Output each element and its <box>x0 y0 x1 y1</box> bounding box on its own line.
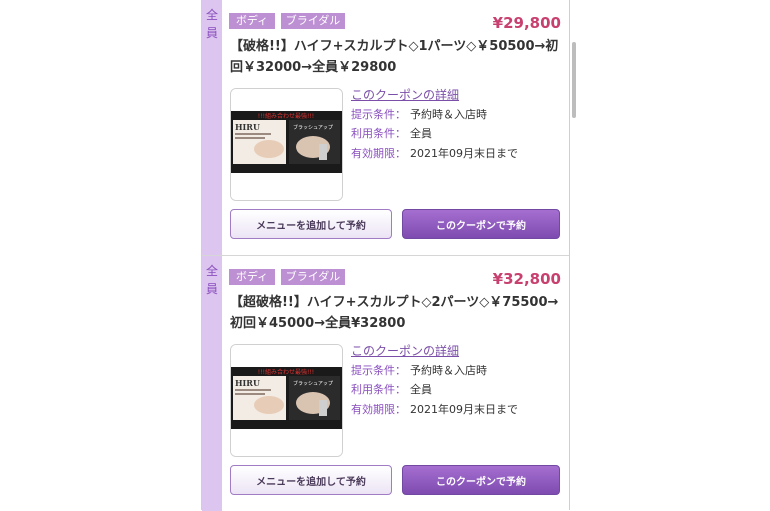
tag-body: ボディ <box>229 269 275 285</box>
condition-presentation: 提示条件： 予約時＆入店時 <box>351 108 487 121</box>
condition-usage: 利用条件： 全員 <box>351 383 432 396</box>
coupon-detail-link[interactable]: このクーポンの詳細 <box>351 87 459 103</box>
coupon-card: 全 員 ボディ ブライダル ¥32,800 【超破格!!】ハイフ+スカルプト◇2… <box>202 256 569 511</box>
coupon-card: 全 員 ボディ ブライダル ¥29,800 【破格!!】ハイフ+スカルプト◇1パ… <box>202 0 569 255</box>
image-caption: ブラッシュアップ <box>293 380 333 387</box>
reserve-coupon-button[interactable]: このクーポンで予約 <box>402 465 560 495</box>
image-brand: HIRU <box>235 378 260 388</box>
condition-expiry: 有効期限： 2021年09月末日まで <box>351 403 518 416</box>
coupon-list: 全 員 ボディ ブライダル ¥29,800 【破格!!】ハイフ+スカルプト◇1パ… <box>201 0 570 511</box>
condition-expiry: 有効期限： 2021年09月末日まで <box>351 147 518 160</box>
coupon-image: !!!組み合わせ最強!!! HIRU ブラッシュアップ <box>230 344 343 457</box>
tag-bridal: ブライダル <box>281 269 345 285</box>
coupon-price: ¥32,800 <box>492 270 561 288</box>
reserve-coupon-button[interactable]: このクーポンで予約 <box>402 209 560 239</box>
image-brand: HIRU <box>235 122 260 132</box>
coupon-title: 【超破格!!】ハイフ+スカルプト◇2パーツ◇￥75500→初回￥45000→全員… <box>230 295 559 331</box>
condition-presentation: 提示条件： 予約時＆入店時 <box>351 364 487 377</box>
coupon-title: 【破格!!】ハイフ+スカルプト◇1パーツ◇￥50500→初回￥32000→全員￥… <box>230 39 559 75</box>
coupon-photo: !!!組み合わせ最強!!! HIRU ブラッシュアップ <box>231 345 342 456</box>
condition-usage: 利用条件： 全員 <box>351 127 432 140</box>
target-sidebar: 全 員 <box>202 0 222 255</box>
coupon-photo: !!!組み合わせ最強!!! HIRU ブラッシュアップ <box>231 89 342 200</box>
target-sidebar: 全 員 <box>202 256 222 511</box>
target-label: 全 員 <box>205 264 218 296</box>
coupon-price: ¥29,800 <box>492 14 561 32</box>
target-label: 全 員 <box>205 8 218 40</box>
image-caption: ブラッシュアップ <box>293 124 333 131</box>
add-menu-reserve-button[interactable]: メニューを追加して予約 <box>230 465 392 495</box>
tag-bridal: ブライダル <box>281 13 345 29</box>
coupon-image: !!!組み合わせ最強!!! HIRU ブラッシュアップ <box>230 88 343 201</box>
scrollbar[interactable] <box>572 42 576 118</box>
tag-body: ボディ <box>229 13 275 29</box>
coupon-detail-link[interactable]: このクーポンの詳細 <box>351 343 459 359</box>
add-menu-reserve-button[interactable]: メニューを追加して予約 <box>230 209 392 239</box>
image-banner: !!!組み合わせ最強!!! <box>258 112 314 120</box>
image-banner: !!!組み合わせ最強!!! <box>258 368 314 376</box>
